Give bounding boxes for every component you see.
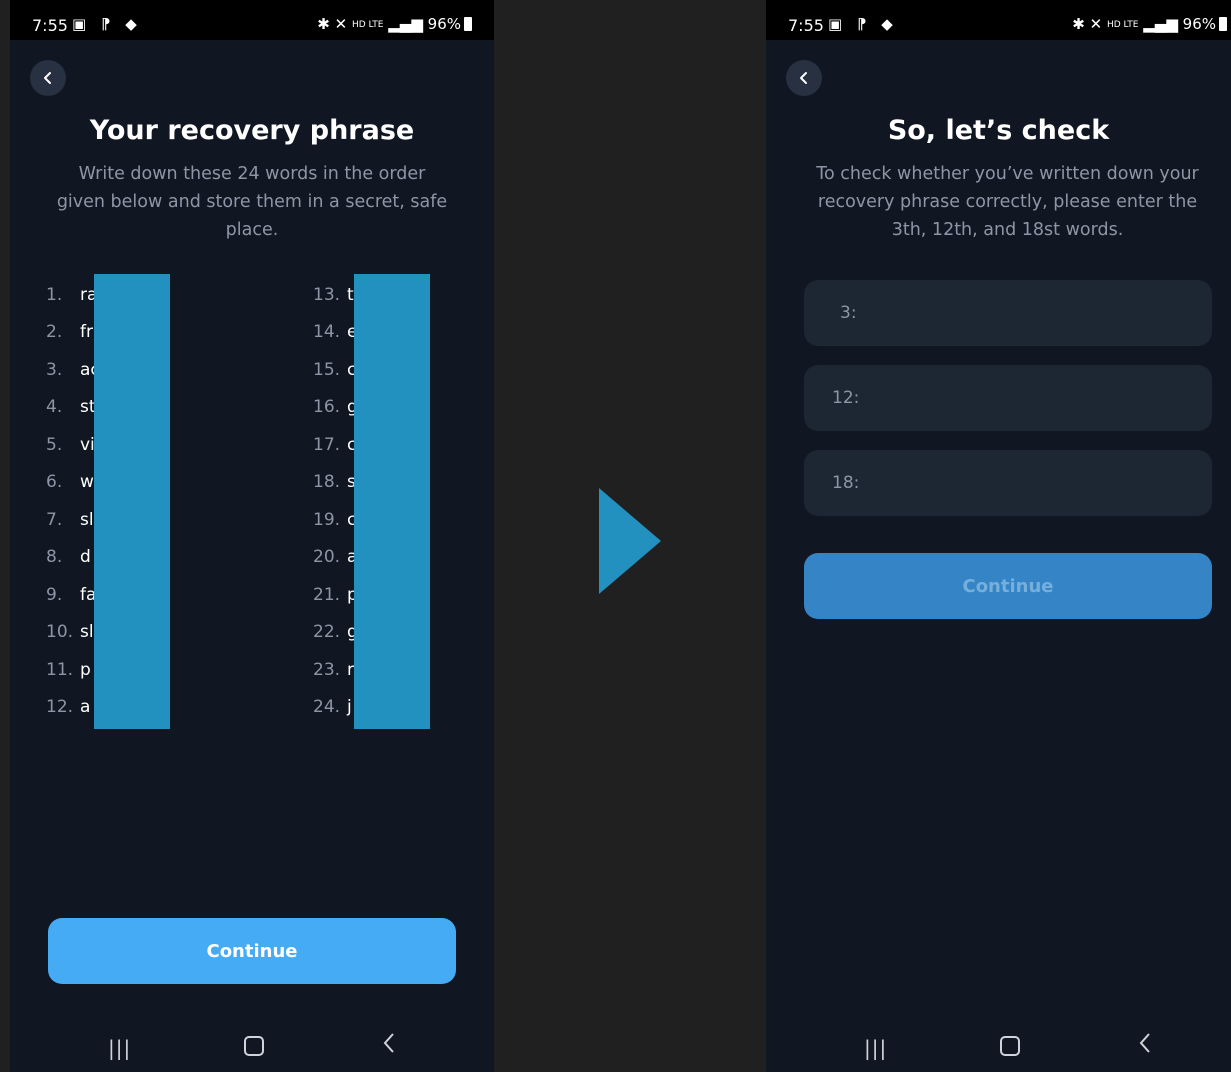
- word-text: a: [80, 697, 91, 718]
- word-number: 14.: [313, 322, 341, 343]
- word-number: 5.: [46, 434, 63, 455]
- word-text: vi: [80, 434, 95, 455]
- word-number: 12.: [46, 697, 74, 718]
- word-text: w: [80, 472, 94, 493]
- signal-icon: ▂▄▆: [388, 15, 423, 33]
- word-number: 1.: [46, 284, 63, 305]
- word-number: 9.: [46, 584, 63, 605]
- page-title: So, let’s check: [887, 115, 1110, 146]
- word-number: 17.: [313, 434, 341, 455]
- back-button[interactable]: [786, 60, 822, 96]
- back-chevron-icon: [800, 72, 807, 84]
- word-text: p: [80, 659, 91, 680]
- field-label: 18:: [832, 473, 860, 493]
- nav-back-icon[interactable]: [382, 1032, 396, 1054]
- word-text: d: [80, 547, 91, 568]
- word-text: sl: [80, 509, 94, 530]
- android-nav-bar: |||: [766, 1022, 1231, 1072]
- word-number: 24.: [313, 697, 341, 718]
- battery-percent: 96%: [1182, 15, 1216, 33]
- word-number: 10.: [46, 622, 74, 643]
- word-18-input[interactable]: 18:: [804, 450, 1212, 516]
- status-right: ✱ ✕ HD LTE ▂▄▆ 96%: [317, 15, 472, 33]
- hd-lte-icon: HD LTE: [351, 20, 384, 30]
- signal-icon: ▂▄▆: [1143, 15, 1178, 33]
- word-number: 13.: [313, 284, 341, 305]
- status-bar: 7:55 ▣ ⁋ ◆ ✱ ✕ HD LTE ▂▄▆ 96%: [766, 0, 1231, 40]
- word-number: 18.: [313, 472, 341, 493]
- word-number: 7.: [46, 509, 63, 530]
- battery-icon: [1219, 17, 1227, 31]
- status-right: ✱ ✕ HD LTE ▂▄▆ 96%: [1072, 15, 1227, 33]
- word-number: 23.: [313, 659, 341, 680]
- recents-icon[interactable]: |||: [108, 1036, 131, 1060]
- redaction-block: [94, 274, 170, 729]
- verify-phrase-screen: 7:55 ▣ ⁋ ◆ ✱ ✕ HD LTE ▂▄▆ 96% So, let’s …: [766, 0, 1231, 1072]
- recents-icon[interactable]: |||: [864, 1036, 887, 1060]
- word-text: t: [347, 284, 354, 305]
- field-label: 3:: [840, 303, 857, 323]
- status-time: 7:55: [32, 16, 68, 35]
- word-number: 2.: [46, 322, 63, 343]
- back-chevron-icon: [44, 72, 51, 84]
- word-text: fr: [80, 322, 93, 343]
- word-number: 11.: [46, 659, 74, 680]
- continue-button[interactable]: Continue: [48, 918, 456, 984]
- back-button[interactable]: [30, 60, 66, 96]
- continue-button[interactable]: Continue: [804, 553, 1212, 619]
- word-number: 16.: [313, 397, 341, 418]
- home-icon[interactable]: [244, 1036, 264, 1056]
- word-number: 22.: [313, 622, 341, 643]
- word-number: 6.: [46, 472, 63, 493]
- word-number: 3.: [46, 359, 63, 380]
- mute-icon: ✕: [334, 15, 348, 33]
- field-label: 12:: [832, 388, 860, 408]
- android-nav-bar: |||: [10, 1022, 494, 1072]
- word-number: 4.: [46, 397, 63, 418]
- page-subtitle: To check whether you’ve written down you…: [816, 164, 1199, 240]
- bluetooth-icon: ✱: [1072, 15, 1085, 33]
- hd-lte-icon: HD LTE: [1106, 20, 1139, 30]
- notification-icons: ▣ ⁋ ◆: [828, 15, 898, 33]
- home-icon[interactable]: [1000, 1036, 1020, 1056]
- word-12-input[interactable]: 12:: [804, 365, 1212, 431]
- word-number: 21.: [313, 584, 341, 605]
- battery-percent: 96%: [427, 15, 461, 33]
- word-text: sl: [80, 622, 94, 643]
- word-number: 8.: [46, 547, 63, 568]
- word-text: j: [347, 697, 352, 718]
- word-3-input[interactable]: 3:: [804, 280, 1212, 346]
- word-number: 19.: [313, 509, 341, 530]
- word-number: 20.: [313, 547, 341, 568]
- page-title: Your recovery phrase: [89, 115, 415, 146]
- notification-icons: ▣ ⁋ ◆: [72, 15, 142, 33]
- bluetooth-icon: ✱: [317, 15, 330, 33]
- nav-back-icon[interactable]: [1138, 1032, 1152, 1054]
- status-time: 7:55: [788, 16, 824, 35]
- battery-icon: [464, 17, 472, 31]
- word-text: r: [347, 659, 354, 680]
- status-bar: 7:55 ▣ ⁋ ◆ ✱ ✕ HD LTE ▂▄▆ 96%: [10, 0, 494, 40]
- word-number: 15.: [313, 359, 341, 380]
- arrow-right-icon: [599, 488, 661, 594]
- mute-icon: ✕: [1089, 15, 1103, 33]
- recovery-phrase-screen: 7:55 ▣ ⁋ ◆ ✱ ✕ HD LTE ▂▄▆ 96% Your recov…: [10, 0, 494, 1072]
- page-subtitle: Write down these 24 words in the order g…: [56, 164, 448, 240]
- redaction-block: [354, 274, 430, 729]
